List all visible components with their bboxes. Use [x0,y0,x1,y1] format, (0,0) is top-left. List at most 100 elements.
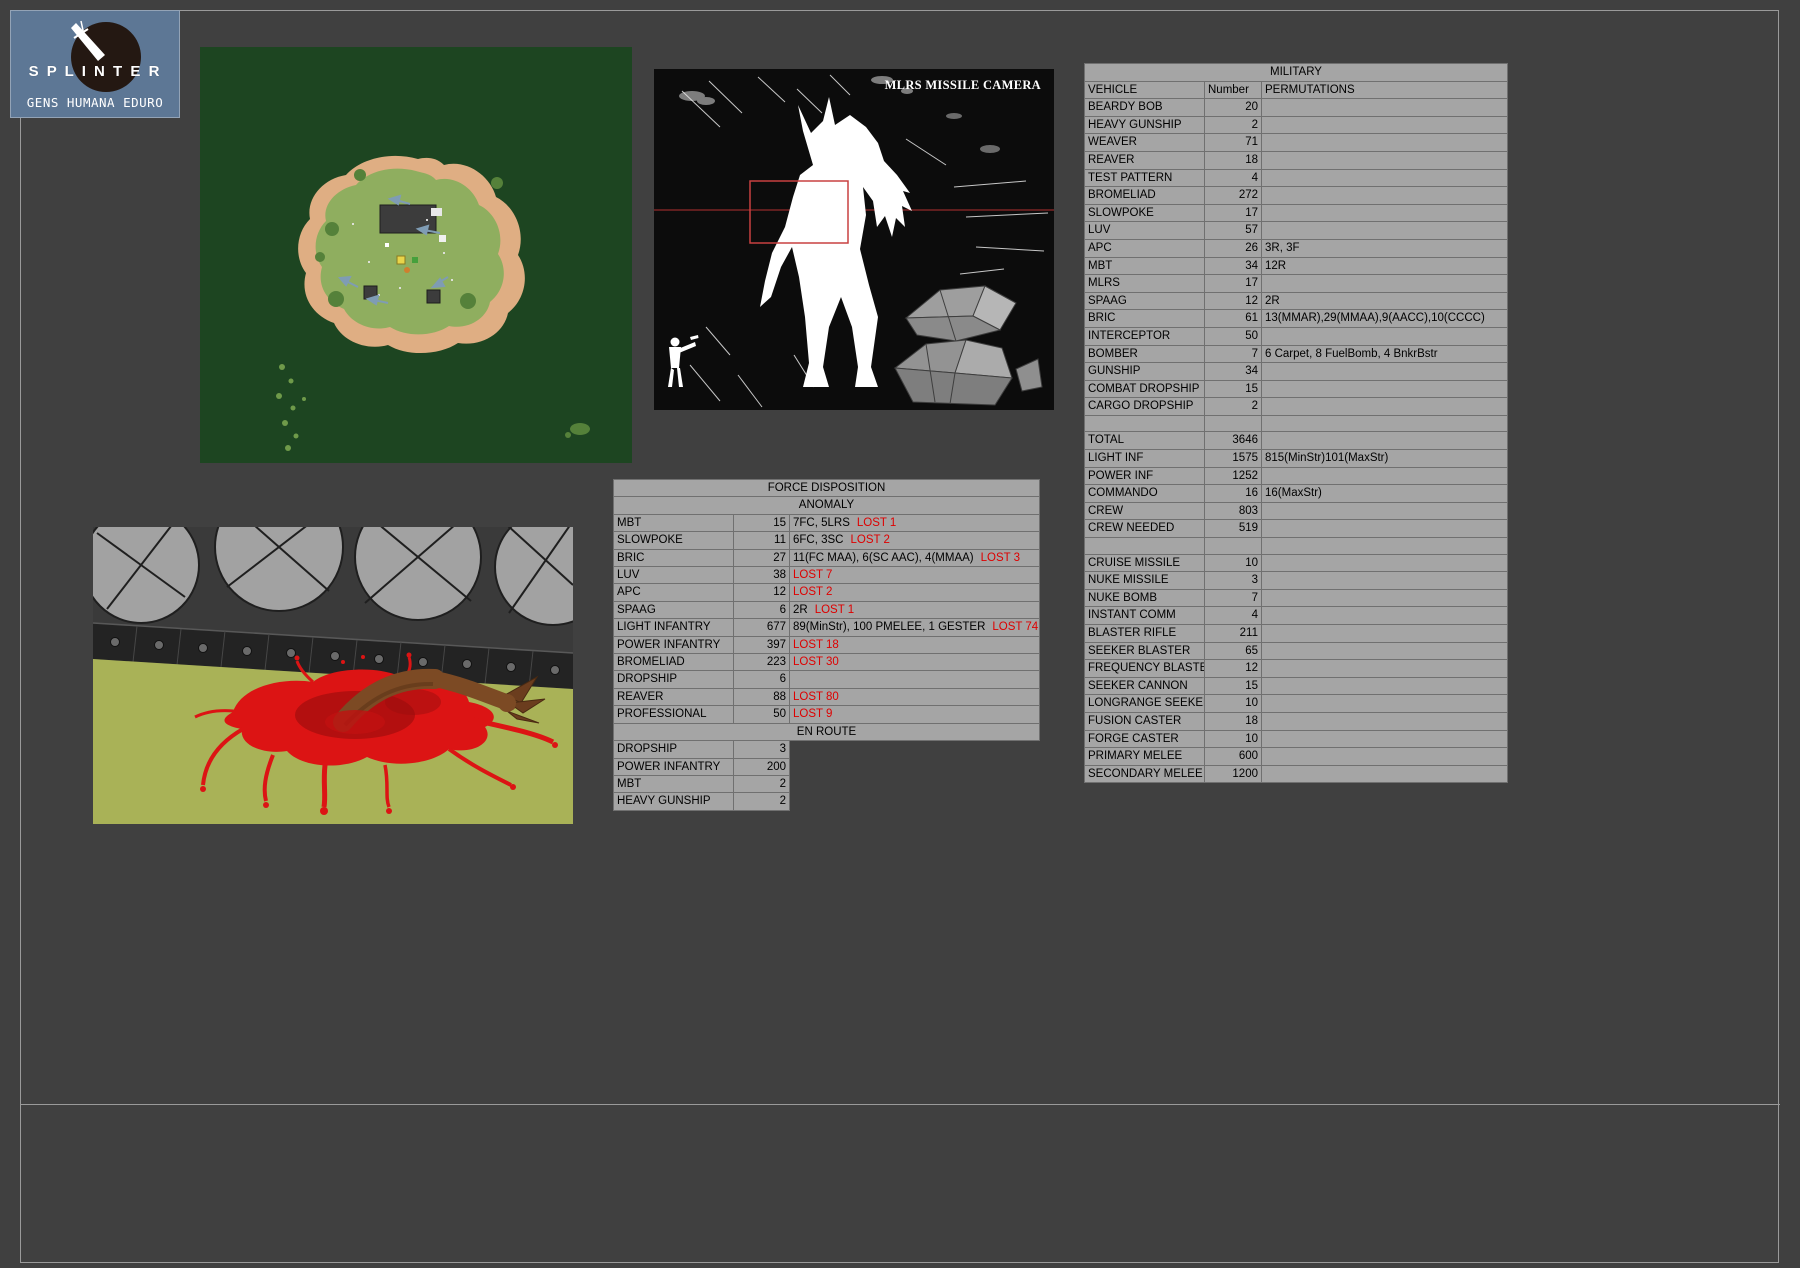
unit-name-cell: LIGHT INFANTRY [614,619,734,636]
military-header-row: VEHICLE Number PERMUTATIONS [1085,81,1508,99]
notes-text: 6FC, 3SC [793,534,844,546]
unit-name-cell: APC [614,584,734,601]
unit-name-cell: SLOWPOKE [614,532,734,549]
vehicle-name-cell: SEEKER CANNON [1085,677,1205,695]
military-row: BEARDY BOB20 [1085,99,1508,117]
vehicle-permutations-cell [1262,589,1508,607]
vehicle-permutations-cell [1262,520,1508,538]
force-title-row: FORCE DISPOSITION [614,480,1040,497]
vehicle-number-cell: 3 [1205,572,1262,590]
vehicle-name-cell: WEAVER [1085,134,1205,152]
military-row: WEAVER71 [1085,134,1508,152]
military-row: POWER INF1252 [1085,467,1508,485]
force-disposition-table: FORCE DISPOSITION ANOMALYMBT157FC, 5LRSL… [613,479,1040,811]
force-row: LIGHT INFANTRY67789(MinStr), 100 PMELEE,… [614,619,1040,636]
vehicle-name-cell: SPAAG [1085,292,1205,310]
unit-count-cell: 38 [734,567,790,584]
lost-text: LOST 74 [992,621,1038,633]
vehicle-number-cell: 272 [1205,187,1262,205]
military-row: CRUISE MISSILE10 [1085,554,1508,572]
base-building [380,205,442,233]
military-row: TEST PATTERN4 [1085,169,1508,187]
military-row: MBT3412R [1085,257,1508,275]
unit-notes-cell: LOST 9 [790,706,1040,723]
military-row: TOTAL3646 [1085,432,1508,450]
military-row: SEEKER CANNON15 [1085,677,1508,695]
vehicle-number-cell: 20 [1205,99,1262,117]
unit-name-cell: POWER INFANTRY [614,758,734,775]
force-row: SLOWPOKE116FC, 3SCLOST 2 [614,532,1040,549]
vehicle-permutations-cell [1262,554,1508,572]
vehicle-name-cell: CRUISE MISSILE [1085,554,1205,572]
vehicle-number-cell: 1252 [1205,467,1262,485]
vehicle-permutations-cell: 6 Carpet, 8 FuelBomb, 4 BnkrBstr [1262,345,1508,363]
force-row: HEAVY GUNSHIP2 [614,793,1040,810]
unit-count-cell: 677 [734,619,790,636]
force-row: APC12LOST 2 [614,584,1040,601]
military-row: COMMANDO1616(MaxStr) [1085,485,1508,503]
vehicle-permutations-cell [1262,748,1508,766]
vehicle-name-cell: GUNSHIP [1085,363,1205,381]
unit-count-cell: 397 [734,636,790,653]
vehicle-name-cell: BEARDY BOB [1085,99,1205,117]
unit-notes-cell: LOST 18 [790,636,1040,653]
military-row: FUSION CASTER18 [1085,712,1508,730]
lost-text: LOST 1 [857,517,896,529]
camera-title: MLRS MISSILE CAMERA [885,78,1041,93]
unit-notes-cell: 89(MinStr), 100 PMELEE, 1 GESTERLOST 74 [790,619,1040,636]
lost-text: LOST 3 [981,552,1020,564]
unit-notes-cell: LOST 2 [790,584,1040,601]
vehicle-name-cell: NUKE MISSILE [1085,572,1205,590]
empty-cell [790,793,1040,810]
vehicle-name-cell: INTERCEPTOR [1085,327,1205,345]
force-row: MBT2 [614,775,1040,792]
unit-count-cell: 12 [734,584,790,601]
force-section-label: ANOMALY [614,497,1040,514]
unit-count-cell: 223 [734,654,790,671]
vehicle-number-cell: 7 [1205,345,1262,363]
military-row: FREQUENCY BLASTER12 [1085,660,1508,678]
vehicle-number-cell: 12 [1205,660,1262,678]
military-row: INTERCEPTOR50 [1085,327,1508,345]
vehicle-permutations-cell [1262,134,1508,152]
unit-name-cell: MBT [614,775,734,792]
vehicle-name-cell: SEEKER BLASTER [1085,642,1205,660]
unit-notes-cell: 11(FC MAA), 6(SC AAC), 4(MMAA) LOST 3 [790,549,1040,566]
military-row: REAVER18 [1085,151,1508,169]
vehicle-number-cell: 16 [1205,485,1262,503]
unit-name-cell: PROFESSIONAL [614,706,734,723]
vehicle-name-cell: HEAVY GUNSHIP [1085,116,1205,134]
military-row: BRIC6113(MMAR),29(MMAA),9(AACC),10(CCCC) [1085,310,1508,328]
unit-count-cell: 3 [734,741,790,758]
vehicle-permutations-cell [1262,502,1508,520]
vehicle-number-cell: 18 [1205,712,1262,730]
logo-subtitle: GENS HUMANA EDURO [11,95,179,110]
notes-text: 11(FC MAA), 6(SC AAC), 4(MMAA) [793,552,974,564]
unit-count-cell: 6 [734,671,790,688]
military-table-body: MILITARY VEHICLE Number PERMUTATIONS BEA… [1085,64,1508,783]
vehicle-permutations-cell [1262,642,1508,660]
vehicle-permutations-cell [1262,677,1508,695]
vehicle-permutations-cell [1262,730,1508,748]
vehicle-number-cell: 12 [1205,292,1262,310]
vehicle-name-cell: CREW [1085,502,1205,520]
vehicle-name-cell: FREQUENCY BLASTER [1085,660,1205,678]
lost-text: LOST 80 [793,691,839,703]
vehicle-permutations-cell [1262,538,1508,555]
vehicle-number-cell: 4 [1205,169,1262,187]
vehicle-name-cell: BOMBER [1085,345,1205,363]
vehicle-permutations-cell [1262,398,1508,416]
military-table-title: MILITARY [1085,64,1508,82]
vehicle-permutations-cell [1262,625,1508,643]
battle-damage-art [93,527,573,824]
military-row: APC263R, 3F [1085,239,1508,257]
unit-name-cell: POWER INFANTRY [614,636,734,653]
vehicle-permutations-cell: 3R, 3F [1262,239,1508,257]
force-row: LUV38LOST 7 [614,567,1040,584]
military-row [1085,415,1508,432]
empty-cell [790,775,1040,792]
vehicle-permutations-cell: 12R [1262,257,1508,275]
force-table-title: FORCE DISPOSITION [614,480,1040,497]
vehicle-permutations-cell [1262,380,1508,398]
military-row: BOMBER76 Carpet, 8 FuelBomb, 4 BnkrBstr [1085,345,1508,363]
